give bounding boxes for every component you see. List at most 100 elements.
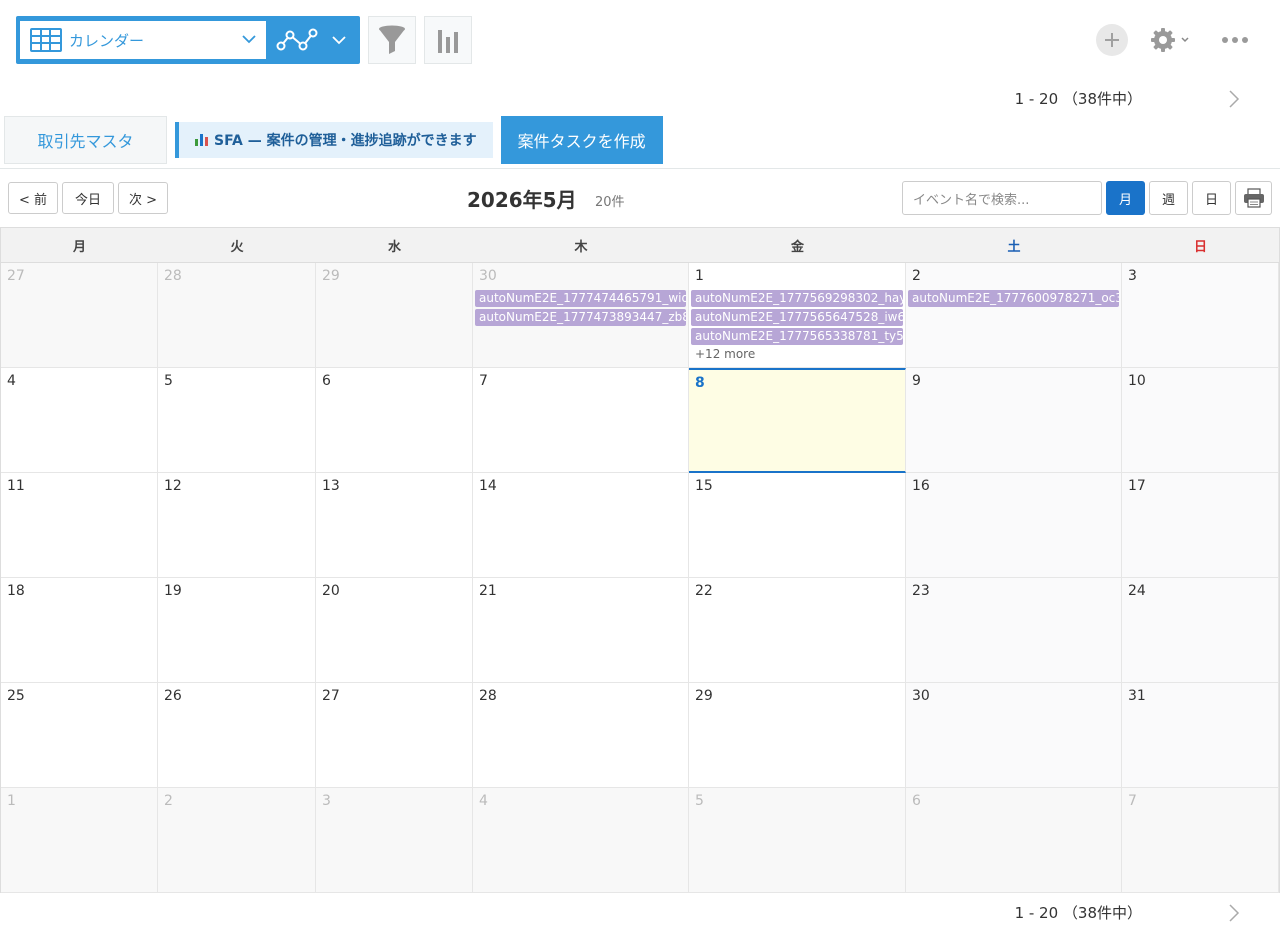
event-search-input[interactable]: イベント名で検索... bbox=[902, 181, 1102, 215]
day-cell[interactable]: 27 bbox=[1, 263, 158, 368]
day-cell[interactable]: 28 bbox=[473, 683, 689, 788]
day-number: 26 bbox=[164, 688, 182, 704]
plus-icon bbox=[1105, 33, 1119, 47]
day-number: 10 bbox=[1128, 373, 1146, 389]
day-cell[interactable]: 1 autoNumE2E_1777569298302_hay1 autoNumE2E… bbox=[689, 263, 906, 368]
day-view-button[interactable]: 日 bbox=[1192, 181, 1231, 215]
tab-sfa-label: SFA — 案件の管理・進捗追跡ができます bbox=[214, 133, 477, 149]
more-events-link[interactable]: +12 more bbox=[695, 347, 755, 361]
chevron-right-icon[interactable] bbox=[1228, 89, 1240, 109]
day-number: 21 bbox=[479, 583, 497, 599]
day-cell[interactable]: 4 bbox=[473, 788, 689, 893]
day-number: 14 bbox=[479, 478, 497, 494]
view-select-dropdown[interactable]: カレンダー bbox=[20, 21, 266, 59]
day-number: 20 bbox=[322, 583, 340, 599]
day-number: 27 bbox=[7, 268, 25, 284]
pagination-text: 1 - 20 （38件中） bbox=[1014, 904, 1142, 922]
day-number: 18 bbox=[7, 583, 25, 599]
day-number: 15 bbox=[695, 478, 713, 494]
day-cell[interactable]: 21 bbox=[473, 578, 689, 683]
day-number: 30 bbox=[912, 688, 930, 704]
day-cell[interactable]: 15 bbox=[689, 473, 906, 578]
day-cell[interactable]: 10 bbox=[1122, 368, 1279, 473]
day-cell[interactable]: 2 bbox=[158, 788, 316, 893]
day-cell[interactable]: 7 bbox=[473, 368, 689, 473]
day-cell[interactable]: 3 bbox=[316, 788, 473, 893]
prev-month-button[interactable]: < 前 bbox=[8, 182, 58, 214]
graph-icon bbox=[276, 28, 318, 51]
today-button[interactable]: 今日 bbox=[62, 182, 114, 214]
day-cell[interactable]: 27 bbox=[316, 683, 473, 788]
calendar-event[interactable]: autoNumE2E_1777569298302_hay1 bbox=[691, 290, 903, 307]
graph-menu-button[interactable] bbox=[266, 21, 356, 59]
day-number: 7 bbox=[479, 373, 488, 389]
day-cell[interactable]: 30 autoNumE2E_1777474465791_widj autoNumE2… bbox=[473, 263, 689, 368]
weekday-header: 日 bbox=[1122, 228, 1279, 263]
view-selector-group: カレンダー bbox=[16, 16, 360, 64]
day-cell[interactable]: 12 bbox=[158, 473, 316, 578]
week-view-button[interactable]: 週 bbox=[1149, 181, 1188, 215]
tab-account-master[interactable]: 取引先マスタ bbox=[4, 116, 167, 164]
event-count: 20件 bbox=[595, 195, 625, 210]
chevron-right-icon[interactable] bbox=[1228, 903, 1240, 923]
pagination-bottom: 1 - 20 （38件中） bbox=[1015, 902, 1240, 923]
day-number: 7 bbox=[1128, 793, 1137, 809]
calendar-event[interactable]: autoNumE2E_1777600978271_oc3x bbox=[908, 290, 1119, 307]
create-task-button[interactable]: 案件タスクを作成 bbox=[500, 116, 663, 164]
day-number: 6 bbox=[322, 373, 331, 389]
day-cell[interactable]: 23 bbox=[906, 578, 1122, 683]
graph-button[interactable] bbox=[424, 16, 472, 64]
day-cell[interactable]: 14 bbox=[473, 473, 689, 578]
day-cell[interactable]: 6 bbox=[906, 788, 1122, 893]
day-number: 28 bbox=[164, 268, 182, 284]
day-cell[interactable]: 17 bbox=[1122, 473, 1279, 578]
day-cell[interactable]: 1 bbox=[1, 788, 158, 893]
day-cell[interactable]: 24 bbox=[1122, 578, 1279, 683]
day-cell[interactable]: 6 bbox=[316, 368, 473, 473]
day-cell[interactable]: 20 bbox=[316, 578, 473, 683]
add-record-button[interactable] bbox=[1096, 24, 1128, 56]
day-cell[interactable]: 5 bbox=[689, 788, 906, 893]
day-cell[interactable]: 11 bbox=[1, 473, 158, 578]
day-cell[interactable]: 22 bbox=[689, 578, 906, 683]
day-cell[interactable]: 16 bbox=[906, 473, 1122, 578]
calendar-nav: < 前 今日 次 > bbox=[8, 182, 168, 214]
day-cell[interactable]: 13 bbox=[316, 473, 473, 578]
day-cell[interactable]: 31 bbox=[1122, 683, 1279, 788]
month-view-button[interactable]: 月 bbox=[1106, 181, 1145, 215]
day-cell[interactable]: 29 bbox=[689, 683, 906, 788]
day-cell[interactable]: 3 bbox=[1122, 263, 1279, 368]
day-cell[interactable]: 28 bbox=[158, 263, 316, 368]
tab-sfa[interactable]: SFA — 案件の管理・進捗追跡ができます bbox=[175, 122, 493, 158]
day-cell[interactable]: 25 bbox=[1, 683, 158, 788]
day-cell[interactable]: 29 bbox=[316, 263, 473, 368]
print-button[interactable] bbox=[1235, 181, 1272, 215]
day-cell[interactable]: 30 bbox=[906, 683, 1122, 788]
day-cell[interactable]: 4 bbox=[1, 368, 158, 473]
month-grid: 月火水木金土日 27 28 29 30 autoNumE2E_1777474465791_… bbox=[0, 227, 1280, 893]
day-cell[interactable]: 19 bbox=[158, 578, 316, 683]
day-number: 5 bbox=[695, 793, 704, 809]
calendar-event[interactable]: autoNumE2E_1777565338781_ty5m bbox=[691, 328, 903, 345]
day-cell[interactable]: 18 bbox=[1, 578, 158, 683]
day-cell[interactable]: 26 bbox=[158, 683, 316, 788]
day-cell[interactable]: 5 bbox=[158, 368, 316, 473]
day-cell[interactable]: 9 bbox=[906, 368, 1122, 473]
day-number: 4 bbox=[7, 373, 16, 389]
day-cell[interactable]: 8 bbox=[689, 368, 906, 473]
calendar-event[interactable]: autoNumE2E_1777474465791_widj bbox=[475, 290, 686, 307]
calendar-event[interactable]: autoNumE2E_1777473893447_zb8h bbox=[475, 309, 686, 326]
more-options-icon[interactable] bbox=[1222, 37, 1248, 43]
calendar-event[interactable]: autoNumE2E_1777565647528_iw6o bbox=[691, 309, 903, 326]
weekday-header: 土 bbox=[906, 228, 1122, 263]
next-month-button[interactable]: 次 > bbox=[118, 182, 168, 214]
day-number: 12 bbox=[164, 478, 182, 494]
day-cell[interactable]: 7 bbox=[1122, 788, 1279, 893]
filter-button[interactable] bbox=[368, 16, 416, 64]
settings-menu-button[interactable] bbox=[1150, 27, 1190, 53]
day-number: 1 bbox=[7, 793, 16, 809]
day-cell[interactable]: 2 autoNumE2E_1777600978271_oc3x bbox=[906, 263, 1122, 368]
chevron-down-icon bbox=[242, 35, 256, 44]
pagination-text: 1 - 20 （38件中） bbox=[1014, 90, 1142, 108]
chevron-down-icon bbox=[1181, 37, 1189, 43]
